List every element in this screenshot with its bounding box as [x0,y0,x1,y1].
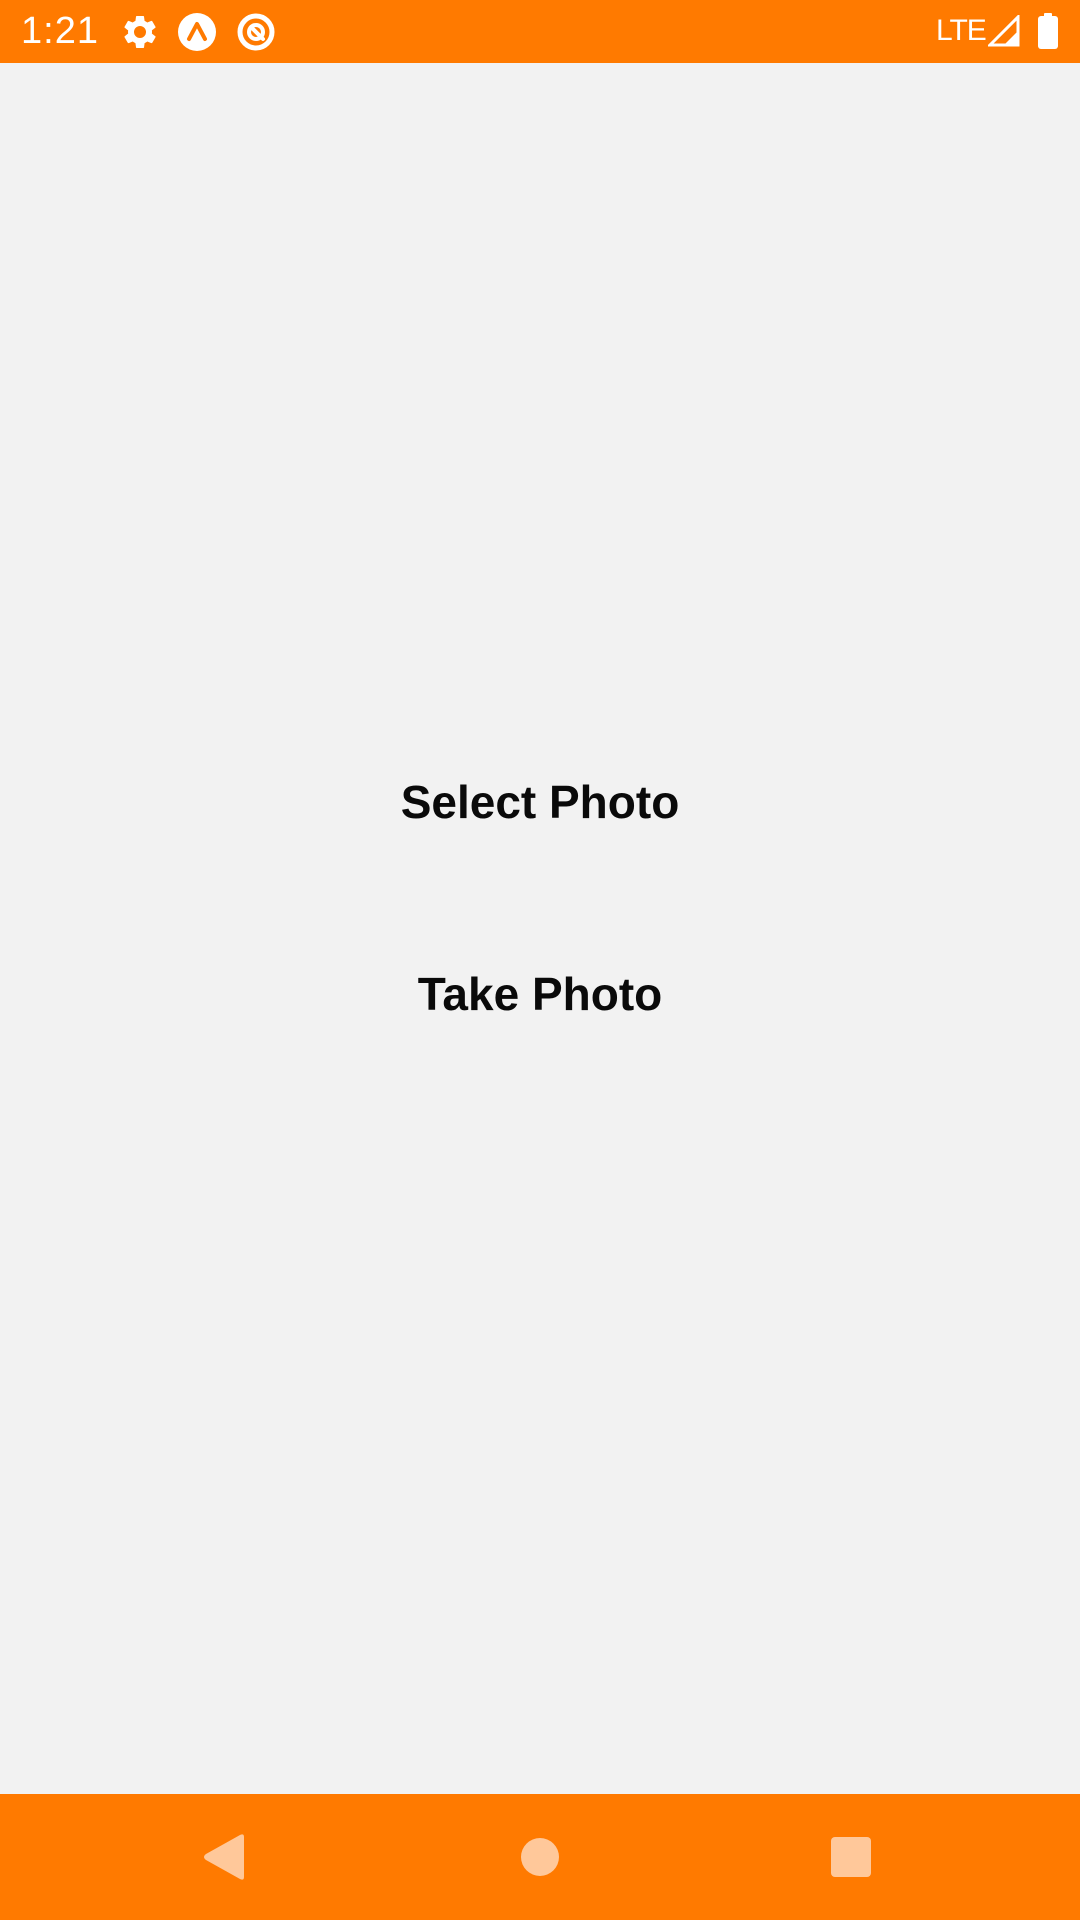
signal-icon [988,15,1020,47]
expo-icon [177,12,217,52]
target-app-icon [236,12,276,52]
recents-icon[interactable] [823,1829,879,1885]
status-bar: 1:21 LTE [0,0,1080,63]
network-type: LTE [936,14,987,47]
home-icon[interactable] [512,1829,568,1885]
battery-icon [1037,13,1059,49]
navigation-bar [0,1794,1080,1920]
take-photo-button[interactable]: Take Photo [340,949,740,1039]
settings-gear-icon [120,12,160,52]
select-photo-button[interactable]: Select Photo [340,757,740,847]
main-content: Select Photo Take Photo [0,63,1080,1794]
back-icon[interactable] [198,1829,254,1885]
status-time: 1:21 [21,10,99,52]
